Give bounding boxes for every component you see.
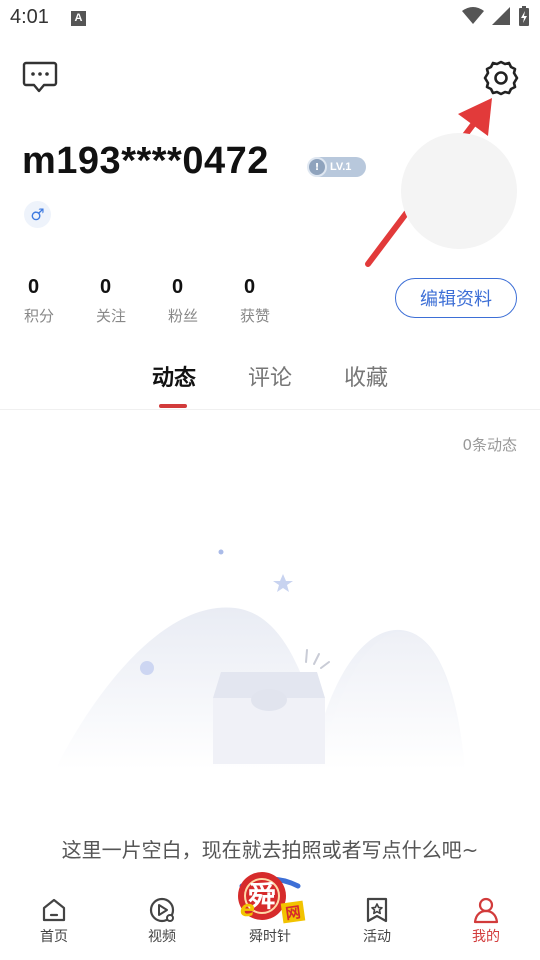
nav-mine[interactable]: 我的 [456, 896, 516, 946]
nav-label: 舜时针 [249, 929, 291, 945]
tab-comments[interactable]: 评论 [248, 360, 292, 408]
nav-label: 视频 [148, 929, 176, 945]
tab-posts[interactable]: 动态 [152, 360, 196, 408]
stat-label: 关注 [96, 307, 127, 325]
messages-button[interactable] [22, 60, 58, 94]
brand-logo-icon[interactable]: 舜 e 网 [228, 866, 312, 926]
username: m193****0472 [22, 140, 269, 182]
nav-label: 首页 [40, 929, 68, 945]
stat-label: 积分 [24, 307, 55, 325]
nav-video[interactable]: 视频 [132, 896, 192, 946]
nav-label: 活动 [363, 929, 391, 945]
stat-value: 0 [244, 276, 256, 298]
level-text: LV.1 [330, 161, 352, 173]
divider [0, 409, 540, 410]
stat-points[interactable]: 0 积分 [18, 276, 90, 326]
svg-text:e: e [240, 897, 255, 922]
user-icon [473, 897, 499, 924]
avatar[interactable] [401, 133, 517, 249]
battery-icon [519, 6, 529, 26]
stat-value: 0 [172, 276, 184, 298]
empty-state-illustration [55, 549, 465, 770]
stat-label: 粉丝 [168, 307, 199, 325]
notification-icon: A [71, 11, 86, 26]
stat-likes[interactable]: 0 获赞 [234, 276, 306, 326]
signal-icon [492, 7, 510, 25]
tab-favorites[interactable]: 收藏 [344, 360, 388, 408]
wifi-icon [462, 7, 484, 24]
edit-profile-button[interactable]: 编辑资料 [395, 278, 517, 318]
video-icon [149, 897, 175, 923]
stat-value: 0 [28, 276, 40, 298]
level-badge[interactable]: ! LV.1 [307, 157, 366, 177]
empty-message: 这里一片空白，现在就去拍照或者写点什么吧~ [61, 838, 479, 862]
chat-bubble-icon [22, 61, 58, 93]
post-count: 0条动态 [462, 436, 517, 454]
level-icon: ! [307, 157, 327, 177]
status-bar: 4:01 A [0, 0, 540, 36]
active-tab-indicator [159, 404, 187, 408]
stat-followers[interactable]: 0 粉丝 [162, 276, 234, 326]
content-tabs: 动态 评论 收藏 [126, 360, 414, 410]
stat-following[interactable]: 0 关注 [90, 276, 162, 326]
stat-value: 0 [100, 276, 112, 298]
home-icon [42, 898, 66, 922]
nav-label: 我的 [472, 929, 500, 945]
star-bookmark-icon [366, 897, 388, 923]
status-time: 4:01 [10, 6, 49, 28]
status-icons [462, 6, 530, 26]
stat-label: 获赞 [240, 307, 271, 325]
nav-home[interactable]: 首页 [24, 896, 84, 946]
gender-male-icon: ♂ [24, 201, 51, 228]
svg-text:网: 网 [284, 903, 301, 923]
stats-row: 0 积分 0 关注 0 粉丝 0 获赞 [18, 276, 306, 326]
nav-discover[interactable]: 活动 [347, 896, 407, 946]
